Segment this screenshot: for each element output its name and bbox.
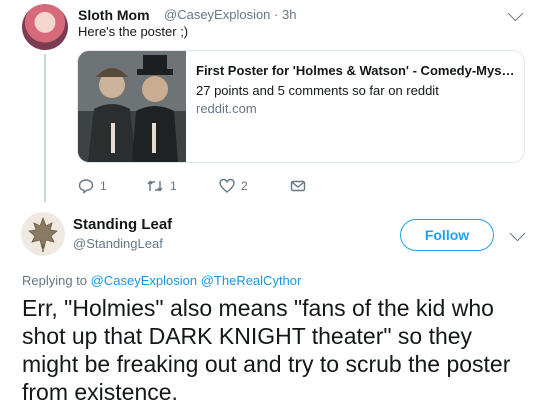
author-name[interactable]: Standing Leaf	[73, 216, 172, 233]
retweet-button[interactable]: 1	[146, 178, 177, 194]
card-image	[78, 51, 186, 162]
tweet-text: Here's the poster ;)	[78, 24, 189, 39]
link-card[interactable]: First Poster for 'Holmes & Watson' - Com…	[77, 50, 525, 163]
maple-leaf-icon	[28, 216, 58, 252]
card-title: First Poster for 'Holmes & Watson' - Com…	[196, 63, 516, 78]
replying-to: Replying to @CaseyExplosion @TheRealCyth…	[22, 273, 301, 288]
heart-icon	[219, 178, 235, 193]
retweet-icon	[147, 180, 163, 192]
direct-message-button[interactable]	[290, 178, 306, 194]
thread-line	[44, 54, 46, 202]
envelope-icon	[290, 180, 306, 192]
card-description: 27 points and 5 comments so far on reddi…	[196, 83, 439, 98]
like-button[interactable]: 2	[219, 178, 248, 194]
retweet-count: 1	[170, 179, 177, 193]
reply-count: 1	[100, 179, 107, 193]
avatar[interactable]	[21, 212, 65, 256]
chevron-down-icon[interactable]	[507, 5, 524, 22]
avatar[interactable]	[22, 4, 68, 50]
card-domain: reddit.com	[196, 101, 257, 116]
chevron-down-icon[interactable]	[509, 225, 526, 242]
mention-link[interactable]: @TheRealCythor	[201, 273, 302, 288]
author-handle-time[interactable]: @CaseyExplosion · 3h	[164, 7, 296, 22]
poster-thumbnail	[78, 51, 186, 162]
reply-icon	[78, 179, 94, 194]
mention-link[interactable]: @CaseyExplosion	[91, 273, 197, 288]
tweet-text: Err, "Holmies" also means "fans of the k…	[22, 295, 511, 405]
follow-button[interactable]: Follow	[400, 219, 494, 251]
like-count: 2	[241, 179, 248, 193]
replying-prefix: Replying to	[22, 273, 88, 288]
author-handle[interactable]: @StandingLeaf	[73, 236, 163, 251]
reply-button[interactable]: 1	[78, 178, 107, 194]
author-name[interactable]: Sloth Mom	[78, 7, 150, 23]
